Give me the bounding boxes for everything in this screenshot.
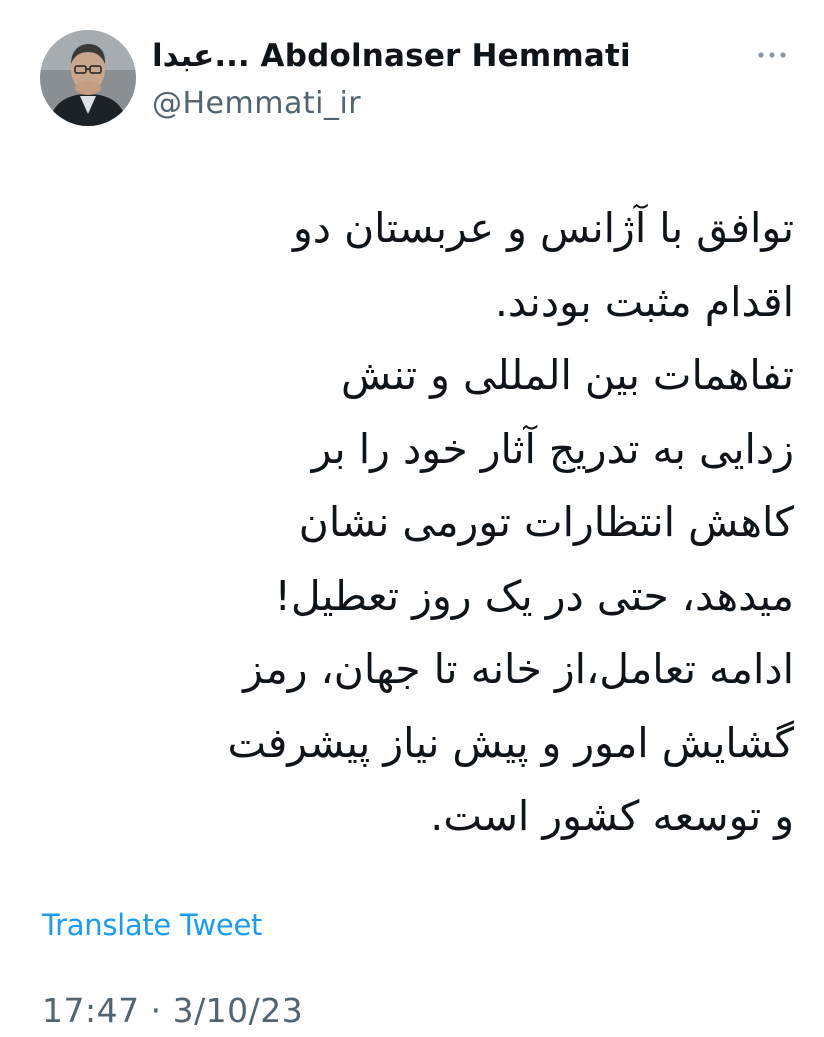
tweet-text: توافق با آژانس و عربستان دو اقدام مثبت ب… (30, 192, 794, 854)
tweet-text-line: تفاهمات بین المللی و تنش (341, 351, 794, 399)
user-handle[interactable]: @Hemmati_ir (152, 84, 361, 124)
display-name[interactable]: عبدا... Abdolnaser Hemmati (152, 36, 631, 76)
tweet-text-line: ادامه تعامل،از خانه تا جهان، رمز (243, 645, 794, 693)
tweet-text-line: کاهش انتظارات تورمی نشان (298, 498, 794, 546)
tweet-text-line: میدهد، حتی در یک روز تعطیل! (274, 571, 794, 620)
tweet-text-line: توافق با آژانس و عربستان دو (292, 204, 794, 252)
name-row: عبدا... Abdolnaser Hemmati (152, 36, 792, 80)
profile-photo-icon (40, 30, 136, 126)
tweet-text-line: و توسعه کشور است. (430, 792, 794, 840)
tweet-timestamp[interactable]: 17:47 · 3/10/23 (42, 990, 303, 1032)
tweet-header: عبدا... Abdolnaser Hemmati @Hemmati_ir (40, 30, 800, 130)
translate-tweet-link[interactable]: Translate Tweet (42, 905, 262, 945)
tweet-text-line: زدایی به تدریج آثار خود را بر (311, 424, 794, 473)
more-horizontal-icon[interactable] (752, 42, 792, 68)
avatar[interactable] (40, 30, 136, 126)
tweet-text-line: گشایش امور و پیش نیاز پیشرفت (227, 718, 794, 767)
tweet-text-line: اقدام مثبت بودند. (494, 277, 794, 326)
